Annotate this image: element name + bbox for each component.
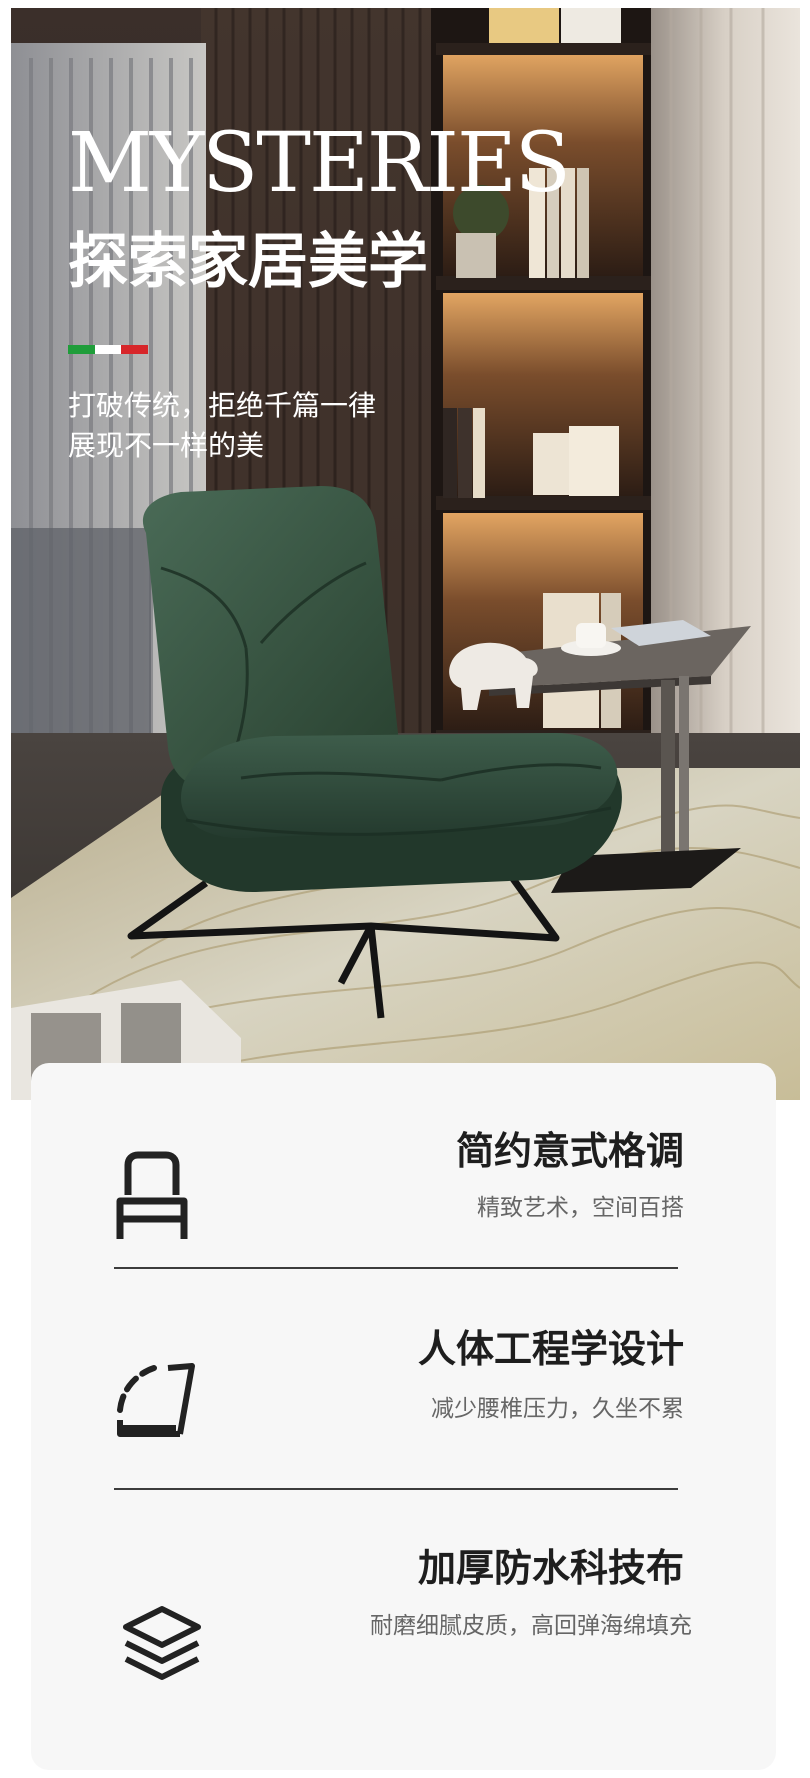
flag-stripe-white — [94, 345, 122, 354]
feature-subtitle: 精致艺术，空间百搭 — [477, 1195, 684, 1221]
feature-item-style: 简约意式格调 精致艺术，空间百搭 — [31, 1063, 776, 1284]
ergonomic-backrest-icon — [117, 1363, 195, 1437]
fabric-layers-icon — [123, 1606, 201, 1680]
feature-subtitle: 耐磨细腻皮质，高回弹海绵填充 — [370, 1613, 692, 1639]
feature-item-fabric: 加厚防水科技布 耐磨细腻皮质，高回弹海绵填充 — [31, 1505, 776, 1726]
flag-stripe-red — [121, 345, 149, 354]
tagline-line-1: 打破传统，拒绝千篇一律 — [68, 389, 377, 422]
feature-title: 人体工程学设计 — [417, 1327, 684, 1371]
feature-title: 加厚防水科技布 — [417, 1546, 684, 1590]
hero-banner: MYSTERIES 探索家居美学 打破传统，拒绝千篇一律 展现不一样的美 — [11, 8, 800, 1100]
feature-subtitle: 减少腰椎压力，久坐不累 — [431, 1396, 684, 1422]
divider — [114, 1267, 678, 1269]
italian-flag-stripe — [68, 345, 149, 354]
armchair-icon — [116, 1151, 188, 1239]
hero-subtitle: 探索家居美学 — [68, 227, 428, 297]
feature-title: 简约意式格调 — [455, 1129, 684, 1173]
feature-item-ergonomics: 人体工程学设计 减少腰椎压力，久坐不累 — [31, 1284, 776, 1505]
flag-stripe-green — [68, 345, 95, 354]
feature-card: 简约意式格调 精致艺术，空间百搭 人体工程学设计 减少腰椎压力，久坐不累 加厚防… — [31, 1063, 776, 1770]
hero-title: MYSTERIES — [68, 116, 571, 211]
hero-tagline: 打破传统，拒绝千篇一律 展现不一样的美 — [68, 386, 488, 466]
tagline-line-2: 展现不一样的美 — [68, 429, 265, 462]
divider — [114, 1488, 678, 1490]
